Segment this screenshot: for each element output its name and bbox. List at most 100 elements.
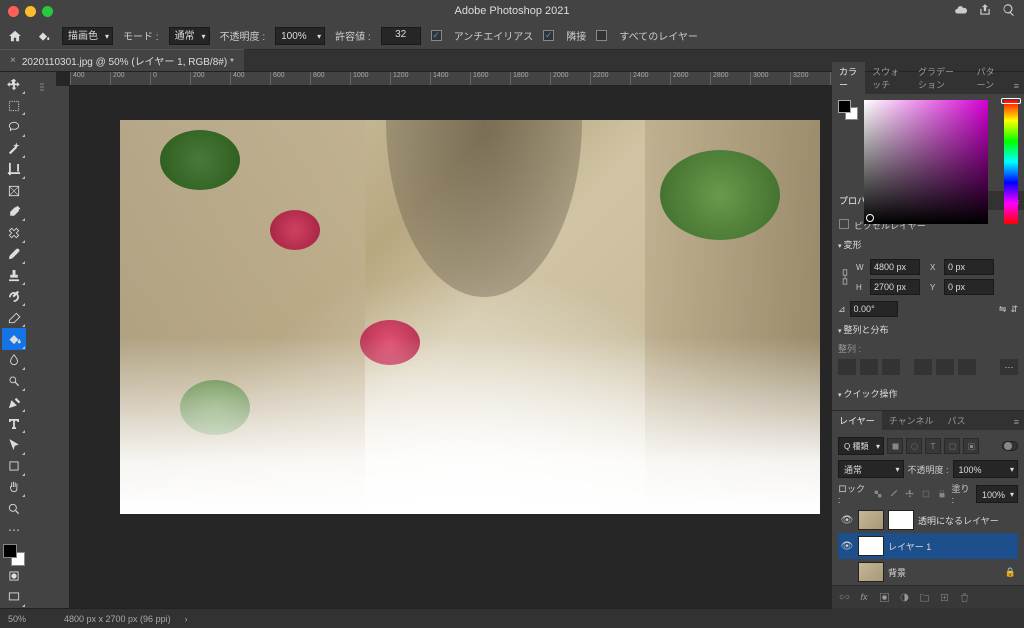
layer-blend-dropdown[interactable]: 通常: [838, 460, 904, 478]
canvas[interactable]: [120, 120, 820, 514]
layer-fill-dropdown[interactable]: 100%: [976, 485, 1018, 503]
new-layer-button[interactable]: [935, 589, 953, 605]
x-input[interactable]: [944, 259, 994, 275]
zoom-tool[interactable]: [2, 498, 26, 519]
align-top-button[interactable]: [914, 359, 932, 375]
crop-tool[interactable]: [2, 159, 26, 180]
layer-fx-button[interactable]: fx: [855, 589, 873, 605]
lasso-tool[interactable]: [2, 116, 26, 137]
filter-adjust-icon[interactable]: [906, 438, 922, 454]
lock-pixels-icon[interactable]: [887, 487, 900, 501]
tab-layers[interactable]: レイヤー: [832, 411, 882, 430]
visibility-toggle[interactable]: 👁: [840, 515, 854, 526]
new-adjustment-button[interactable]: [895, 589, 913, 605]
tolerance-input[interactable]: 32: [381, 27, 421, 45]
link-wh-icon[interactable]: [838, 265, 852, 289]
history-brush-tool[interactable]: [2, 286, 26, 307]
lock-position-icon[interactable]: [903, 487, 916, 501]
flip-h-icon[interactable]: ⇋: [999, 304, 1007, 315]
hand-tool[interactable]: [2, 477, 26, 498]
flip-v-icon[interactable]: ⇵: [1010, 304, 1018, 315]
align-hcenter-button[interactable]: [860, 359, 878, 375]
eyedropper-tool[interactable]: [2, 201, 26, 222]
lock-transparent-icon[interactable]: [871, 487, 884, 501]
lock-all-icon[interactable]: [935, 487, 948, 501]
home-icon[interactable]: [6, 27, 24, 45]
healing-tool[interactable]: [2, 222, 26, 243]
zoom-level[interactable]: 50%: [8, 614, 50, 624]
tab-patterns[interactable]: パターン: [970, 62, 1009, 94]
dodge-tool[interactable]: [2, 371, 26, 392]
align-right-button[interactable]: [882, 359, 900, 375]
layer-mask-thumb[interactable]: [888, 510, 914, 530]
pen-tool[interactable]: [2, 392, 26, 413]
close-tab-icon[interactable]: ×: [10, 55, 16, 66]
stamp-tool[interactable]: [2, 265, 26, 286]
marquee-tool[interactable]: [2, 95, 26, 116]
transform-section-head[interactable]: 変形: [838, 234, 1018, 255]
ruler-horizontal[interactable]: 4002000200400600800100012001400160018002…: [70, 72, 832, 86]
quickmask-toggle[interactable]: [2, 566, 26, 587]
edit-handle-icon[interactable]: [35, 80, 49, 94]
layer-name[interactable]: レイヤー 1: [888, 540, 931, 553]
path-select-tool[interactable]: [2, 434, 26, 455]
share-icon[interactable]: [978, 3, 992, 20]
tab-gradients[interactable]: グラデーション: [911, 62, 970, 94]
layer-opacity-dropdown[interactable]: 100%: [953, 460, 1019, 478]
opacity-dropdown[interactable]: 100%: [275, 27, 325, 45]
filter-type-icon[interactable]: T: [925, 438, 941, 454]
minimize-window-button[interactable]: [25, 6, 36, 17]
shape-tool[interactable]: [2, 456, 26, 477]
close-window-button[interactable]: [8, 6, 19, 17]
layers-panel-menu-icon[interactable]: ≡: [1009, 414, 1024, 430]
tab-color[interactable]: カラー: [832, 62, 865, 94]
maximize-window-button[interactable]: [42, 6, 53, 17]
layer-thumb[interactable]: [858, 536, 884, 556]
filter-pixel-icon[interactable]: [887, 438, 903, 454]
tab-channels[interactable]: チャンネル: [882, 411, 941, 430]
bucket-tool-icon[interactable]: [34, 27, 52, 45]
filter-toggle[interactable]: [1002, 441, 1018, 451]
angle-input[interactable]: [850, 301, 898, 317]
layer-item[interactable]: 背景 🔒: [838, 559, 1018, 585]
link-layers-button[interactable]: [835, 589, 853, 605]
brush-tool[interactable]: [2, 244, 26, 265]
panel-color-swatch[interactable]: [838, 100, 858, 120]
y-input[interactable]: [944, 279, 994, 295]
layer-item[interactable]: 👁 透明になるレイヤー: [838, 507, 1018, 533]
height-input[interactable]: [870, 279, 920, 295]
hue-slider[interactable]: [1004, 100, 1018, 224]
filter-kind-dropdown[interactable]: Q 種類: [838, 437, 884, 455]
screenmode-toggle[interactable]: [2, 587, 26, 608]
quick-actions-head[interactable]: クイック操作: [838, 383, 1018, 404]
color-swatch[interactable]: [3, 544, 25, 565]
layer-name[interactable]: 背景: [888, 566, 906, 579]
doc-info[interactable]: 4800 px x 2700 px (96 ppi): [64, 614, 171, 624]
tab-swatches[interactable]: スウォッチ: [865, 62, 911, 94]
magic-wand-tool[interactable]: [2, 138, 26, 159]
move-tool[interactable]: [2, 74, 26, 95]
bucket-tool[interactable]: [2, 328, 26, 349]
add-mask-button[interactable]: [875, 589, 893, 605]
tab-paths[interactable]: パス: [940, 411, 972, 430]
blend-mode-dropdown[interactable]: 通常: [169, 27, 210, 45]
foreground-color[interactable]: [3, 544, 17, 558]
layer-name[interactable]: 透明になるレイヤー: [918, 514, 999, 527]
fill-source-dropdown[interactable]: 描画色: [62, 27, 113, 45]
filter-smart-icon[interactable]: [963, 438, 979, 454]
new-group-button[interactable]: [915, 589, 933, 605]
cloud-icon[interactable]: [954, 3, 968, 20]
align-vcenter-button[interactable]: [936, 359, 954, 375]
doc-info-chevron-icon[interactable]: ›: [185, 614, 188, 624]
visibility-toggle[interactable]: 👁: [840, 541, 854, 552]
frame-tool[interactable]: [2, 180, 26, 201]
saturation-picker[interactable]: [864, 100, 988, 224]
layer-thumb[interactable]: [858, 562, 884, 582]
layer-thumb[interactable]: [858, 510, 884, 530]
edit-toolbar-button[interactable]: ⋯: [2, 519, 26, 540]
align-section-head[interactable]: 整列と分布: [838, 319, 1018, 340]
blur-tool[interactable]: [2, 350, 26, 371]
align-left-button[interactable]: [838, 359, 856, 375]
align-more-button[interactable]: ⋯: [1000, 359, 1018, 375]
ruler-vertical[interactable]: [56, 86, 70, 608]
